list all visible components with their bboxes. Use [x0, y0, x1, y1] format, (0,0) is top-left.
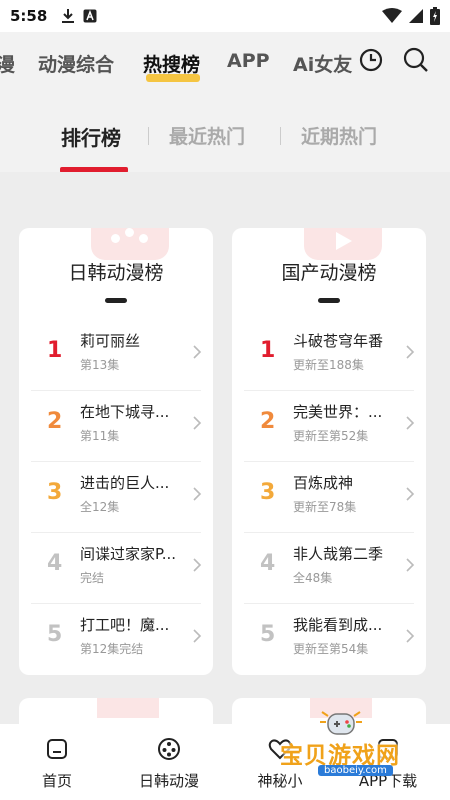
- anime-title: 我能看到成...: [293, 616, 383, 634]
- download-icon: [62, 9, 75, 23]
- chevron-right-icon: [406, 558, 415, 572]
- anime-title: 在地下城寻...: [80, 403, 170, 421]
- ranking-item[interactable]: 5 打工吧！魔... 第12集完结: [19, 604, 213, 675]
- anime-title: 完美世界：...: [293, 403, 383, 421]
- watermark-url: baobeiy.com: [318, 765, 393, 776]
- ranking-item[interactable]: 2 完美世界：... 更新至第52集: [232, 391, 426, 462]
- episode-info: 第12集完结: [80, 642, 144, 656]
- rank-number: 4: [260, 551, 276, 576]
- ranking-card-partial: [19, 698, 213, 724]
- ranking-card-jp-kr: 日韩动漫榜 1 莉可丽丝 第13集 2 在地下城寻... 第11集 3 进击的巨…: [19, 228, 213, 675]
- rank-number: 5: [260, 622, 276, 647]
- film-reel-icon: [158, 738, 180, 760]
- rank-number: 2: [47, 409, 63, 434]
- history-button[interactable]: [356, 45, 386, 75]
- anime-title: 百炼成神: [293, 474, 354, 492]
- anime-title: 间谍过家家P...: [80, 545, 177, 563]
- card-title: 日韩动漫榜: [68, 262, 164, 284]
- anime-title: 莉可丽丝: [80, 332, 141, 350]
- title-dash: [318, 298, 340, 303]
- active-tab-highlight: [146, 74, 200, 82]
- sub-tab-near-hot[interactable]: 近期热门: [301, 122, 377, 149]
- ranking-card-domestic: 国产动漫榜 1 斗破苍穹年番 更新至188集 2 完美世界：... 更新至第52…: [232, 228, 426, 675]
- chevron-right-icon: [406, 416, 415, 430]
- card-decoration: [304, 228, 382, 260]
- nav-label: 日韩动漫: [138, 772, 199, 790]
- episode-info: 更新至第54集: [293, 642, 369, 656]
- card-title: 国产动漫榜: [281, 262, 377, 284]
- nav-jp-kr-anime[interactable]: 日韩动漫: [126, 724, 212, 800]
- home-icon: [47, 739, 67, 759]
- chevron-right-icon: [193, 629, 202, 643]
- signal-icon: [409, 9, 423, 23]
- sub-tabs: 排行榜 最近热门 近期热门: [0, 92, 450, 172]
- category-tab-app[interactable]: APP: [227, 50, 270, 72]
- rank-number: 3: [47, 480, 63, 505]
- divider: [148, 127, 149, 145]
- ranking-item[interactable]: 2 在地下城寻... 第11集: [19, 391, 213, 462]
- app-notification-icon: [83, 9, 97, 23]
- episode-info: 更新至188集: [293, 358, 364, 372]
- watermark: 宝贝游戏网 baobeiy.com: [270, 706, 450, 778]
- category-tab-hot-search[interactable]: 热搜榜: [143, 50, 200, 77]
- rank-number: 2: [260, 409, 276, 434]
- rank-number: 5: [47, 622, 63, 647]
- gamepad-icon: [320, 711, 362, 735]
- chevron-right-icon: [193, 345, 202, 359]
- card-decoration: [91, 228, 169, 260]
- chevron-right-icon: [193, 487, 202, 501]
- rank-number: 3: [260, 480, 276, 505]
- nav-label: 首页: [41, 772, 72, 790]
- ranking-item[interactable]: 3 百炼成神 更新至78集: [232, 462, 426, 533]
- episode-info: 全48集: [293, 571, 333, 585]
- episode-info: 第13集: [80, 358, 120, 372]
- sub-tab-recent-hot[interactable]: 最近热门: [169, 122, 245, 149]
- anime-title: 进击的巨人...: [80, 474, 170, 492]
- status-time: 5:58: [10, 7, 48, 25]
- sub-tab-ranking[interactable]: 排行榜: [61, 122, 121, 151]
- wifi-icon: [382, 8, 402, 23]
- ranking-item[interactable]: 4 非人哉第二季 全48集: [232, 533, 426, 604]
- chevron-right-icon: [193, 416, 202, 430]
- ranking-item[interactable]: 1 斗破苍穹年番 更新至188集: [232, 320, 426, 391]
- category-tab-partial[interactable]: 漫: [0, 50, 15, 77]
- search-button[interactable]: [401, 45, 431, 75]
- chevron-right-icon: [406, 487, 415, 501]
- category-tab-ai-girlfriend[interactable]: Ai女友: [293, 50, 352, 77]
- episode-info: 完结: [80, 571, 105, 585]
- ranking-item[interactable]: 5 我能看到成... 更新至第54集: [232, 604, 426, 675]
- title-dash: [105, 298, 127, 303]
- rank-number: 4: [47, 551, 63, 576]
- rank-number: 1: [47, 338, 63, 363]
- ranking-item[interactable]: 3 进击的巨人... 全12集: [19, 462, 213, 533]
- status-bar: 5:58: [0, 0, 450, 32]
- nav-home[interactable]: 首页: [22, 724, 92, 800]
- episode-info: 更新至第52集: [293, 429, 369, 443]
- ranking-item[interactable]: 1 莉可丽丝 第13集: [19, 320, 213, 391]
- anime-title: 非人哉第二季: [293, 545, 384, 563]
- ranking-content: 日韩动漫榜 1 莉可丽丝 第13集 2 在地下城寻... 第11集 3 进击的巨…: [0, 172, 450, 724]
- clock-icon: [356, 45, 386, 75]
- ranking-item[interactable]: 4 间谍过家家P... 完结: [19, 533, 213, 604]
- episode-info: 第11集: [80, 429, 120, 443]
- battery-icon: [430, 7, 440, 25]
- chevron-right-icon: [193, 558, 202, 572]
- category-tab-anime-general[interactable]: 动漫综合: [38, 50, 114, 77]
- search-icon: [403, 47, 428, 72]
- divider: [280, 127, 281, 145]
- episode-info: 更新至78集: [293, 500, 357, 514]
- chevron-right-icon: [406, 345, 415, 359]
- episode-info: 全12集: [80, 500, 120, 514]
- anime-title: 斗破苍穹年番: [293, 332, 384, 350]
- rank-number: 1: [260, 338, 276, 363]
- chevron-right-icon: [406, 629, 415, 643]
- anime-title: 打工吧！魔...: [80, 616, 170, 634]
